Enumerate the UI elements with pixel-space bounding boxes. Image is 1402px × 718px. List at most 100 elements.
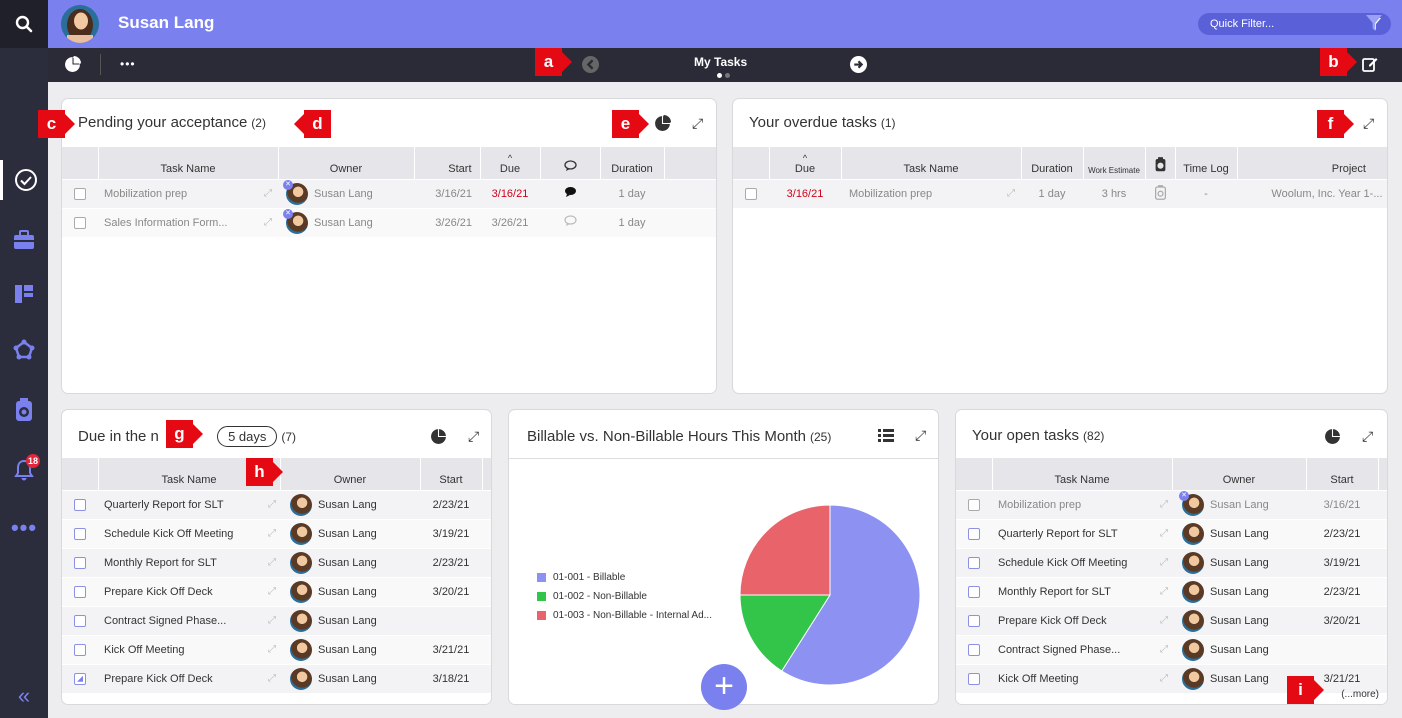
column-header-due[interactable]: ^ Due (480, 147, 541, 179)
task-name[interactable]: Prepare Kick Off Deck (104, 586, 213, 598)
column-header-due[interactable]: ^ Due (769, 147, 842, 179)
table-row[interactable]: Prepare Kick Off Deck ⤢ Susan Lang 3/18/21 (62, 663, 491, 693)
row-checkbox[interactable] (968, 585, 980, 598)
expand-row-icon[interactable]: ⤢ (268, 586, 276, 597)
expand-row-icon[interactable]: ⤢ (268, 528, 276, 539)
column-header-start[interactable]: Start (1306, 458, 1379, 490)
table-row[interactable]: Contract Signed Phase... ⤢ Susan Lang (956, 634, 1387, 664)
task-name[interactable]: Mobilization prep (849, 188, 932, 200)
nav-timesheet[interactable] (0, 390, 48, 430)
add-button[interactable]: + (701, 664, 747, 710)
filter-toggle-icon[interactable] (1366, 15, 1382, 31)
task-name[interactable]: Contract Signed Phase... (998, 644, 1120, 656)
task-name[interactable]: Prepare Kick Off Deck (998, 615, 1107, 627)
column-header-task[interactable]: Task Name (98, 147, 279, 179)
expand-row-icon[interactable]: ⤢ (1160, 644, 1168, 655)
column-header-start[interactable]: Start (414, 147, 481, 179)
table-row[interactable]: Schedule Kick Off Meeting ⤢ Susan Lang 3/19… (62, 518, 491, 548)
table-row[interactable]: Quarterly Report for SLT ⤢ Susan Lang 2/23/… (62, 489, 491, 519)
column-header-time-log[interactable]: Time Log (1175, 147, 1238, 179)
table-row[interactable]: Quarterly Report for SLT ⤢ Susan Lang 2/23/… (956, 518, 1387, 548)
task-name[interactable]: Mobilization prep (998, 499, 1081, 511)
legend-item[interactable]: 01-003 - Non-Billable - Internal Ad... (537, 606, 712, 625)
legend-item[interactable]: 01-001 - Billable (537, 568, 712, 587)
expand-row-icon[interactable]: ⤢ (268, 499, 276, 510)
nav-more[interactable]: ••• (0, 508, 48, 548)
expand-icon[interactable]: ⤢ (468, 428, 479, 445)
view-pager[interactable] (717, 73, 730, 78)
row-checkbox[interactable] (74, 614, 86, 627)
nav-notifications[interactable]: 18 (0, 450, 48, 490)
column-header-work-estimate[interactable]: Work Estimate (1083, 147, 1146, 179)
row-checkbox[interactable] (74, 585, 86, 598)
table-row[interactable]: Monthly Report for SLT ⤢ Susan Lang 2/23/21 (956, 576, 1387, 606)
column-header-owner[interactable]: Owner (1172, 458, 1307, 490)
expand-row-icon[interactable]: ⤢ (268, 557, 276, 568)
pie-chart-icon[interactable] (64, 56, 81, 73)
timer-icon[interactable] (1154, 184, 1166, 200)
table-row[interactable]: Prepare Kick Off Deck ⤢ Susan Lang 3/20/21 (62, 576, 491, 606)
days-range-selector[interactable]: 5 days (217, 426, 278, 447)
task-name[interactable]: Prepare Kick Off Deck (104, 673, 213, 685)
task-name[interactable]: Schedule Kick Off Meeting (104, 528, 233, 540)
task-name[interactable]: Kick Off Meeting (104, 644, 185, 656)
row-checkbox[interactable] (74, 216, 86, 229)
row-checkbox[interactable] (968, 556, 980, 569)
nav-boards[interactable] (0, 274, 48, 314)
row-checkbox[interactable] (745, 187, 757, 200)
expand-row-icon[interactable]: ⤢ (1160, 673, 1168, 684)
more-options-icon[interactable]: ••• (120, 57, 136, 71)
more-link[interactable]: (...more) (1341, 689, 1379, 700)
expand-row-icon[interactable]: ⤢ (264, 217, 272, 228)
row-checkbox[interactable] (74, 187, 86, 200)
pie-chart-icon[interactable] (430, 428, 447, 445)
pie-chart-icon[interactable] (654, 115, 671, 132)
task-name[interactable]: Monthly Report for SLT (998, 586, 1111, 598)
task-name[interactable]: Mobilization prep (104, 188, 187, 200)
row-checkbox[interactable] (968, 643, 980, 656)
collapse-sidebar-button[interactable]: « (0, 676, 48, 716)
nav-projects[interactable] (0, 220, 48, 260)
row-checkbox[interactable] (968, 498, 980, 511)
next-view-icon[interactable] (850, 56, 867, 73)
expand-row-icon[interactable]: ⤢ (1160, 528, 1168, 539)
column-header-task[interactable]: Task Name (841, 147, 1022, 179)
nav-network[interactable] (0, 330, 48, 370)
comment-icon[interactable] (563, 215, 577, 227)
table-row[interactable]: 3/16/21 Mobilization prep ⤢ 1 day 3 hrs -… (733, 178, 1387, 208)
task-name[interactable]: Schedule Kick Off Meeting (998, 557, 1127, 569)
column-header-task[interactable]: Task Name (992, 458, 1173, 490)
project-name[interactable]: Woolum, Inc. Year 1-... (1237, 178, 1387, 208)
table-row[interactable]: Sales Information Form... ⤢ ✕ Susan Lang … (62, 207, 716, 237)
previous-view-icon[interactable] (582, 56, 599, 73)
column-header-comments[interactable] (540, 147, 601, 179)
task-name[interactable]: Monthly Report for SLT (104, 557, 217, 569)
pie-chart-icon[interactable] (1324, 428, 1341, 445)
nav-my-tasks[interactable] (0, 160, 48, 200)
task-name[interactable]: Kick Off Meeting (998, 673, 1079, 685)
row-checkbox[interactable] (74, 643, 86, 656)
edit-layout-icon[interactable] (1362, 56, 1378, 72)
user-avatar[interactable] (61, 5, 99, 43)
table-row[interactable]: Mobilization prep ⤢ ✕ Susan Lang 3/16/21 … (62, 178, 716, 208)
task-name[interactable]: Quarterly Report for SLT (104, 499, 224, 511)
quick-filter-input[interactable]: Quick Filter... (1198, 13, 1391, 35)
table-row[interactable]: Kick Off Meeting ⤢ Susan Lang 3/21/21 (62, 634, 491, 664)
expand-row-icon[interactable]: ⤢ (268, 615, 276, 626)
legend-item[interactable]: 01-002 - Non-Billable (537, 587, 712, 606)
column-header-project[interactable]: Project (1237, 147, 1387, 179)
task-name[interactable]: Sales Information Form... (104, 217, 228, 229)
expand-row-icon[interactable]: ⤢ (1160, 586, 1168, 597)
row-checkbox[interactable] (968, 672, 980, 685)
expand-row-icon[interactable]: ⤢ (268, 644, 276, 655)
expand-row-icon[interactable]: ⤢ (1160, 615, 1168, 626)
task-name[interactable]: Quarterly Report for SLT (998, 528, 1118, 540)
table-row[interactable]: Mobilization prep ⤢ ✕ Susan Lang 3/16/21 (956, 489, 1387, 519)
column-header-timer[interactable] (1145, 147, 1176, 179)
column-header-start[interactable]: Start (420, 458, 483, 490)
column-header-duration[interactable]: Duration (600, 147, 665, 179)
row-checkbox[interactable] (74, 498, 86, 511)
row-checkbox[interactable] (968, 614, 980, 627)
table-row[interactable]: Monthly Report for SLT ⤢ Susan Lang 2/23/21 (62, 547, 491, 577)
row-checkbox[interactable] (968, 527, 980, 540)
